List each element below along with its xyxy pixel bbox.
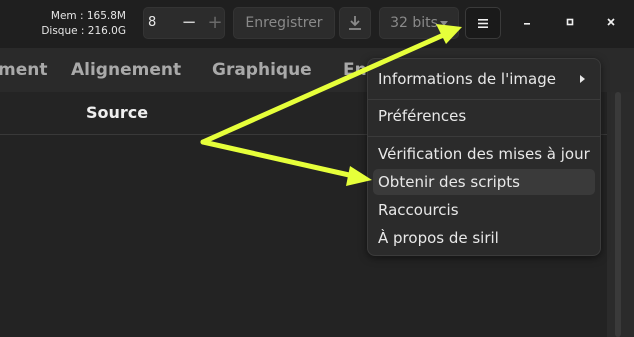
menu-item-image-info[interactable]: Informations de l'image — [373, 66, 595, 92]
minimize-icon — [522, 16, 532, 31]
header-bar: Mem : 165.8M Disque : 216.0G 8 − + Enreg… — [0, 0, 634, 48]
download-icon — [348, 15, 362, 31]
maximize-icon — [565, 16, 575, 31]
menu-item-preferences[interactable]: Préférences — [373, 103, 595, 129]
memory-usage: Mem : 165.8M — [50, 10, 126, 22]
menu-item-check-updates[interactable]: Vérification des mises à jour — [373, 141, 595, 167]
tab-alignment[interactable]: Alignement — [71, 60, 181, 80]
main-menu-button[interactable] — [465, 7, 501, 39]
close-icon — [606, 16, 616, 31]
increment-button[interactable]: + — [202, 10, 228, 36]
source-column-header[interactable]: Source — [86, 103, 148, 122]
scrollbar[interactable] — [607, 92, 634, 337]
tab-graph[interactable]: Graphique — [212, 60, 312, 80]
decrement-button[interactable]: − — [176, 10, 202, 36]
menu-separator — [368, 136, 600, 137]
hamburger-menu-icon — [477, 15, 489, 31]
disk-usage: Disque : 216.0G — [41, 25, 126, 37]
save-button[interactable]: Enregistrer — [233, 7, 335, 39]
chevron-right-icon — [580, 75, 585, 83]
tab-conversion[interactable]: ment — [0, 60, 47, 80]
tab-partial[interactable]: En — [343, 60, 367, 80]
resource-stats: Mem : 165.8M Disque : 216.0G — [26, 9, 126, 39]
main-menu-popover: Informations de l'image Préférences Véri… — [367, 58, 601, 256]
spin-value[interactable]: 8 — [148, 15, 156, 30]
menu-item-about[interactable]: À propos de siril — [373, 225, 595, 251]
thread-spinbutton[interactable]: 8 − + — [143, 7, 225, 39]
menu-item-label: Informations de l'image — [378, 70, 556, 88]
menu-separator — [368, 99, 600, 100]
maximize-button[interactable] — [559, 13, 581, 35]
close-button[interactable] — [600, 13, 622, 35]
save-as-button[interactable] — [339, 7, 371, 39]
menu-item-get-scripts[interactable]: Obtenir des scripts — [373, 169, 595, 195]
bit-depth-label: 32 bits — [390, 15, 438, 31]
bit-depth-dropdown[interactable]: 32 bits — [379, 7, 459, 39]
menu-item-shortcuts[interactable]: Raccourcis — [373, 197, 595, 223]
chevron-down-icon — [439, 20, 448, 26]
scrollbar-thumb[interactable] — [615, 92, 621, 337]
minimize-button[interactable] — [516, 13, 538, 35]
